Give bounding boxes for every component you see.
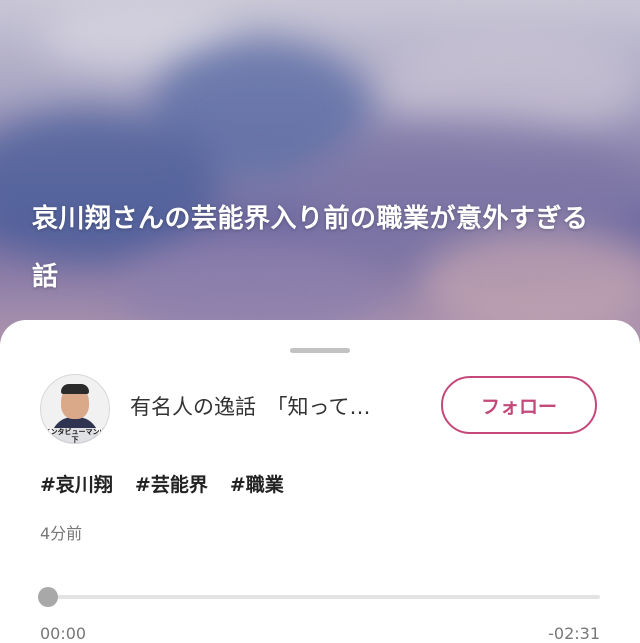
sheet-drag-handle[interactable] (290, 348, 350, 353)
tag-list: #哀川翔 #芸能界 #職業 (40, 470, 284, 497)
tag[interactable]: #哀川翔 (40, 470, 113, 497)
follow-button[interactable]: フォロー (441, 376, 597, 434)
channel-name[interactable]: 有名人の逸話 「知って… (130, 392, 420, 422)
elapsed-time: 00:00 (40, 624, 87, 643)
bottom-sheet: インタビューマン山下 有名人の逸話 「知って… フォロー #哀川翔 #芸能界 #… (0, 320, 640, 643)
progress-thumb[interactable] (38, 587, 58, 607)
posted-time: 4分前 (40, 524, 83, 543)
header-image: 哀川翔さんの芸能界入り前の職業が意外すぎる話 (0, 0, 640, 360)
avatar-caption: インタビューマン山下 (41, 428, 109, 443)
channel-avatar[interactable]: インタビューマン山下 (40, 374, 110, 444)
progress-bar[interactable] (48, 595, 600, 599)
tag[interactable]: #職業 (230, 470, 284, 497)
tag[interactable]: #芸能界 (135, 470, 208, 497)
remaining-time: -02:31 (548, 624, 600, 643)
episode-title: 哀川翔さんの芸能界入り前の職業が意外すぎる話 (32, 204, 589, 292)
